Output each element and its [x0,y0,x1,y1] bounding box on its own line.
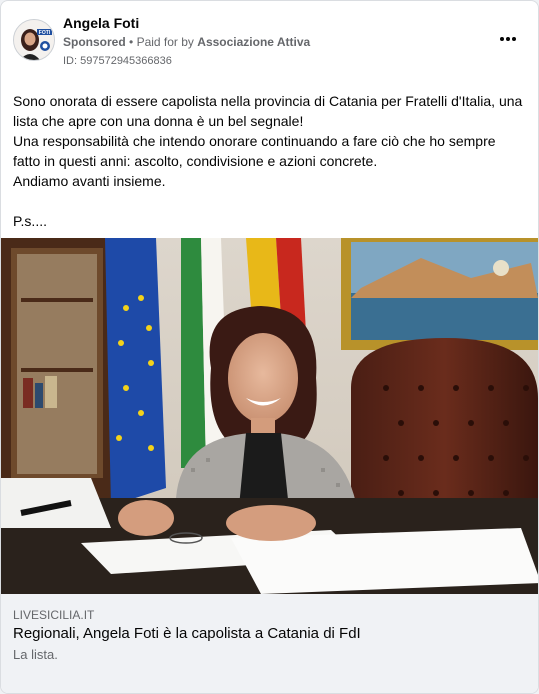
post-body: Sono onorata di essere capolista nella p… [13,91,525,231]
office-photo [1,238,538,594]
body-line: Andiamo avanti insieme. [13,173,166,189]
post-photo[interactable] [1,238,538,594]
ad-id: ID: 597572945366836 [63,55,172,67]
body-line: Una responsabilità che intendo onorare c… [13,133,496,169]
body-line: P.s.... [13,213,47,229]
body-line [13,191,525,211]
body-line: Sono onorata di essere capolista nella p… [13,93,523,129]
paid-prefix: Paid for by [136,35,194,49]
post-header: FOTI Angela Foti Sponsored • Paid for by… [1,1,538,79]
link-domain: LIVESICILIA.IT [13,608,95,622]
ellipsis-icon[interactable] [496,29,520,49]
ad-card: FOTI Angela Foti Sponsored • Paid for by… [0,0,539,694]
sponsored-label: Sponsored [63,35,126,49]
sponsor-line: Sponsored • Paid for by Associazione Att… [63,35,310,49]
separator-dot: • [129,35,137,49]
avatar-badge-text: FOTI [39,30,51,36]
link-preview[interactable]: LIVESICILIA.IT Regionali, Angela Foti è … [1,594,538,693]
paid-by-link[interactable]: Associazione Attiva [197,35,310,49]
avatar[interactable]: FOTI [13,19,55,61]
link-title[interactable]: Regionali, Angela Foti è la capolista a … [13,625,361,642]
author-name[interactable]: Angela Foti [63,15,139,31]
link-description: La lista. [13,647,58,662]
